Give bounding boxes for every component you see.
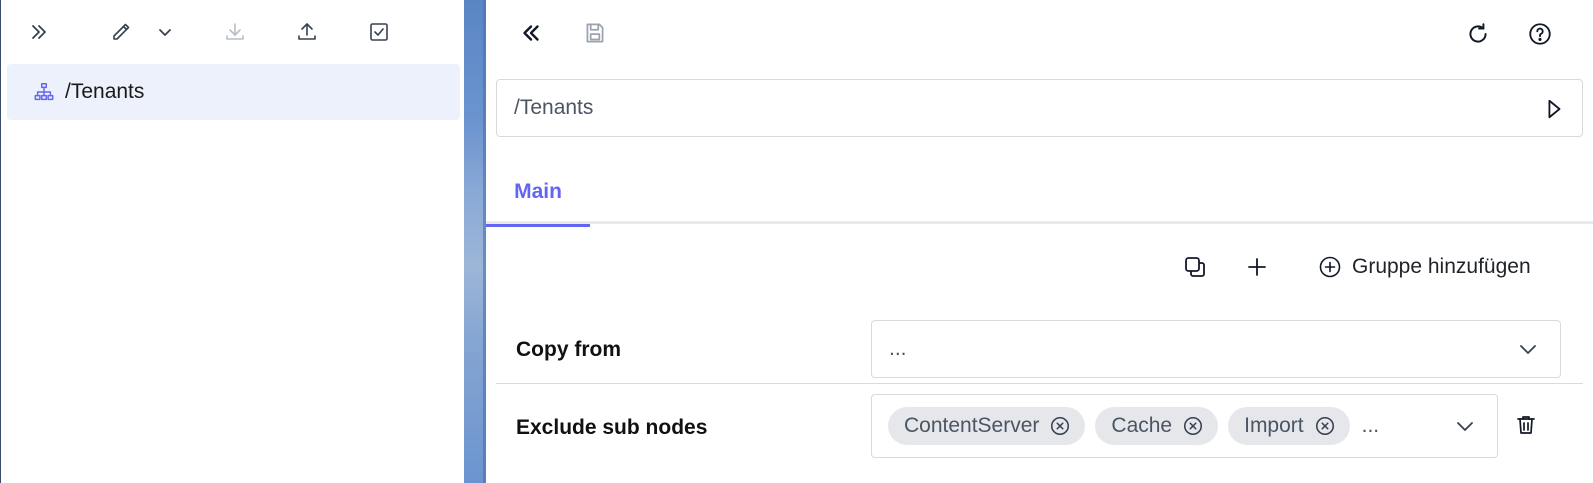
exclude-sub-nodes-select[interactable]: ContentServer Cache Import ... bbox=[871, 394, 1498, 458]
plus-icon[interactable] bbox=[1242, 252, 1272, 282]
chip-contentserver: ContentServer bbox=[888, 407, 1086, 445]
upload-icon[interactable] bbox=[293, 18, 321, 46]
exclude-sub-nodes-row: Exclude sub nodes ContentServer Cache Im… bbox=[496, 392, 1583, 462]
tab-main[interactable]: Main bbox=[486, 160, 590, 227]
chevron-down-icon bbox=[1516, 337, 1540, 361]
copy-from-value: ... bbox=[889, 337, 907, 360]
chip-cache: Cache bbox=[1095, 407, 1219, 445]
plus-circle-icon bbox=[1318, 255, 1342, 279]
add-group-button[interactable]: Gruppe hinzufügen bbox=[1318, 250, 1531, 284]
collapse-panel-icon[interactable] bbox=[516, 18, 546, 48]
chip-import: Import bbox=[1228, 407, 1350, 445]
path-value: /Tenants bbox=[514, 96, 594, 119]
copy-from-label: Copy from bbox=[516, 338, 621, 361]
edit-icon[interactable] bbox=[107, 18, 135, 46]
tab-bar: Main bbox=[486, 160, 1593, 227]
tree-item-label: /Tenants bbox=[65, 80, 145, 103]
panel-divider[interactable] bbox=[464, 0, 486, 483]
actions-row: Gruppe hinzufügen bbox=[486, 250, 1593, 284]
chevron-down-icon[interactable] bbox=[151, 18, 179, 46]
copy-icon[interactable] bbox=[1180, 252, 1210, 282]
detail-panel: /Tenants Main Gruppe hinzufügen Copy fro… bbox=[486, 0, 1593, 483]
remove-chip-icon[interactable] bbox=[1182, 415, 1204, 437]
sitemap-icon bbox=[33, 81, 55, 103]
checkbox-icon[interactable] bbox=[365, 18, 393, 46]
navigation-panel: /Tenants bbox=[0, 0, 464, 483]
navigation-toolbar bbox=[1, 0, 464, 64]
chevron-down-icon bbox=[1453, 414, 1477, 438]
save-icon[interactable] bbox=[580, 18, 610, 48]
play-icon[interactable] bbox=[1542, 96, 1566, 122]
copy-from-row: Copy from ... bbox=[496, 318, 1583, 384]
trash-icon[interactable] bbox=[1511, 410, 1541, 440]
more-chips-indicator: ... bbox=[1361, 414, 1380, 437]
add-group-label: Gruppe hinzufügen bbox=[1352, 255, 1531, 278]
tree-item-tenants[interactable]: /Tenants bbox=[7, 64, 460, 120]
refresh-icon[interactable] bbox=[1463, 19, 1493, 49]
help-icon[interactable] bbox=[1525, 19, 1555, 49]
copy-from-select[interactable]: ... bbox=[871, 320, 1561, 378]
exclude-sub-nodes-label: Exclude sub nodes bbox=[516, 416, 708, 439]
expand-panel-icon[interactable] bbox=[25, 18, 53, 46]
path-field[interactable]: /Tenants bbox=[496, 79, 1583, 137]
remove-chip-icon[interactable] bbox=[1049, 415, 1071, 437]
download-icon[interactable] bbox=[221, 18, 249, 46]
remove-chip-icon[interactable] bbox=[1314, 415, 1336, 437]
